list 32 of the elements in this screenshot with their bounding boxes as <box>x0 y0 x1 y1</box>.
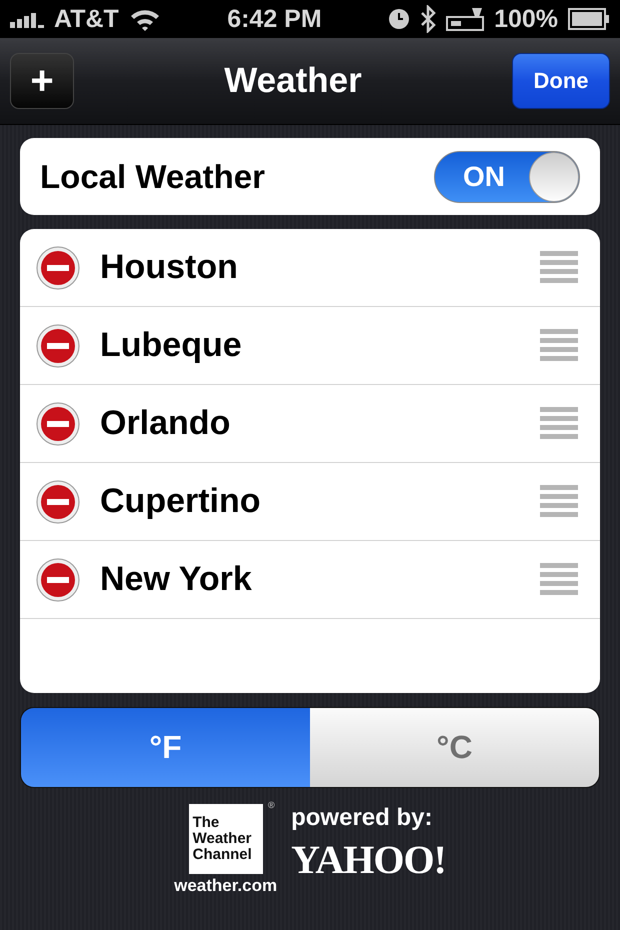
delete-icon[interactable] <box>36 402 80 446</box>
logo-text: The <box>192 815 220 831</box>
powered-by-label: powered by: <box>291 804 434 832</box>
carrier: AT&T <box>54 4 119 34</box>
delete-icon[interactable] <box>36 480 80 524</box>
unit-segment[interactable]: °C <box>310 708 599 787</box>
delete-icon[interactable] <box>36 324 80 368</box>
screen-title: Weather <box>223 61 363 101</box>
delete-icon[interactable] <box>36 246 80 290</box>
logo-text: Weather <box>192 831 253 847</box>
rotation-lock-icon <box>446 7 484 31</box>
delete-icon[interactable] <box>36 558 80 602</box>
local-weather-switch[interactable]: ON <box>434 150 580 202</box>
done-button[interactable]: Done <box>512 53 610 109</box>
registered-mark: ® <box>268 800 275 810</box>
city-name: Lubeque <box>100 326 243 365</box>
city-name: Orlando <box>100 404 232 443</box>
battery-icon <box>568 8 610 30</box>
clock-time: 6:42 PM <box>227 4 322 34</box>
logo-text: Channel <box>192 847 253 863</box>
battery-percent: 100% <box>494 4 558 34</box>
city-name: New York <box>100 560 253 599</box>
site-link[interactable]: weather.com <box>174 876 278 896</box>
yahoo-logo: YAHOO! <box>291 836 446 883</box>
local-weather-label: Local Weather <box>40 158 266 196</box>
alarm-icon <box>388 8 410 30</box>
bluetooth-icon <box>420 5 436 33</box>
add-button[interactable]: + <box>10 53 74 109</box>
signal-icon <box>10 10 44 28</box>
city-name: Houston <box>100 248 239 287</box>
unit-segment[interactable]: °F <box>21 708 310 787</box>
city-name: Cupertino <box>100 482 262 521</box>
